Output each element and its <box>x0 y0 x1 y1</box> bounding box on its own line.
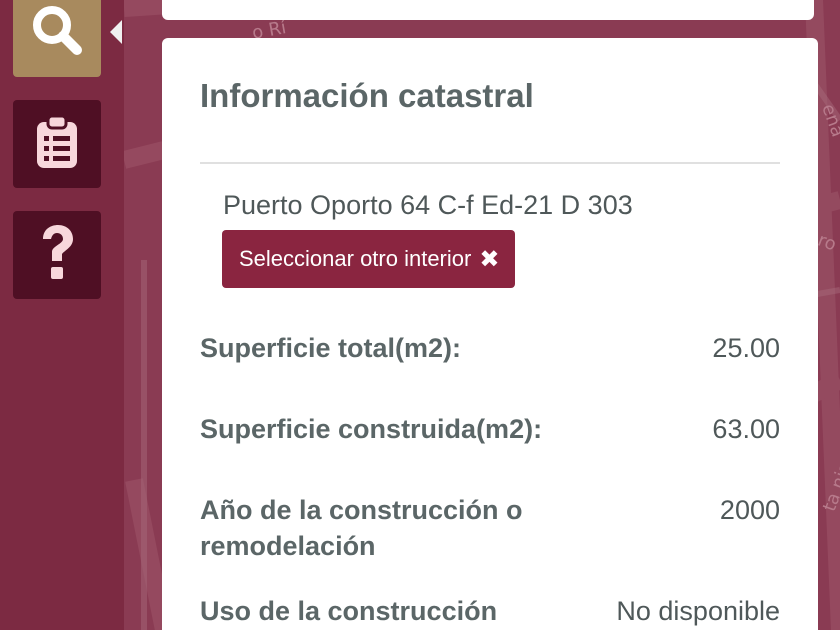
close-icon: ✖ <box>479 245 500 273</box>
caret-left-icon <box>109 19 123 50</box>
info-label: Superficie total(m2): <box>200 333 462 363</box>
info-value: 2000 <box>719 495 780 525</box>
list-button[interactable] <box>13 100 101 188</box>
clipboard-list-icon <box>35 114 79 175</box>
collapse-panel-button[interactable] <box>108 19 124 50</box>
info-row: Uso de la construcción No disponible <box>200 593 780 629</box>
info-label: Superficie construida(m2): <box>200 414 543 444</box>
select-button-label: Seleccionar otro interior <box>239 246 472 271</box>
info-label: Año de la construcción o remodelación <box>200 495 523 561</box>
panel-title: Información catastral <box>200 77 534 114</box>
divider <box>200 162 780 164</box>
info-label: Uso de la construcción <box>200 596 498 626</box>
search-panel <box>162 0 814 20</box>
info-value: 25.00 <box>712 333 780 363</box>
help-button[interactable] <box>13 211 101 299</box>
question-icon <box>37 223 77 288</box>
info-row: Superficie construida(m2): 63.00 <box>200 411 780 447</box>
info-row: Año de la construcción o remodelación 20… <box>200 492 780 564</box>
sidebar <box>0 0 124 630</box>
property-address: Puerto Oporto 64 C-f Ed-21 D 303 <box>223 190 633 220</box>
info-row: Superficie total(m2): 25.00 <box>200 330 780 366</box>
select-other-interior-button[interactable]: Seleccionar otro interior ✖ <box>222 230 516 288</box>
info-value: 63.00 <box>712 414 780 444</box>
info-value: No disponible <box>616 596 780 626</box>
search-icon <box>29 3 85 64</box>
search-button[interactable] <box>13 0 101 77</box>
cadastral-info-panel: Información catastral Puerto Oporto 64 C… <box>162 38 818 630</box>
